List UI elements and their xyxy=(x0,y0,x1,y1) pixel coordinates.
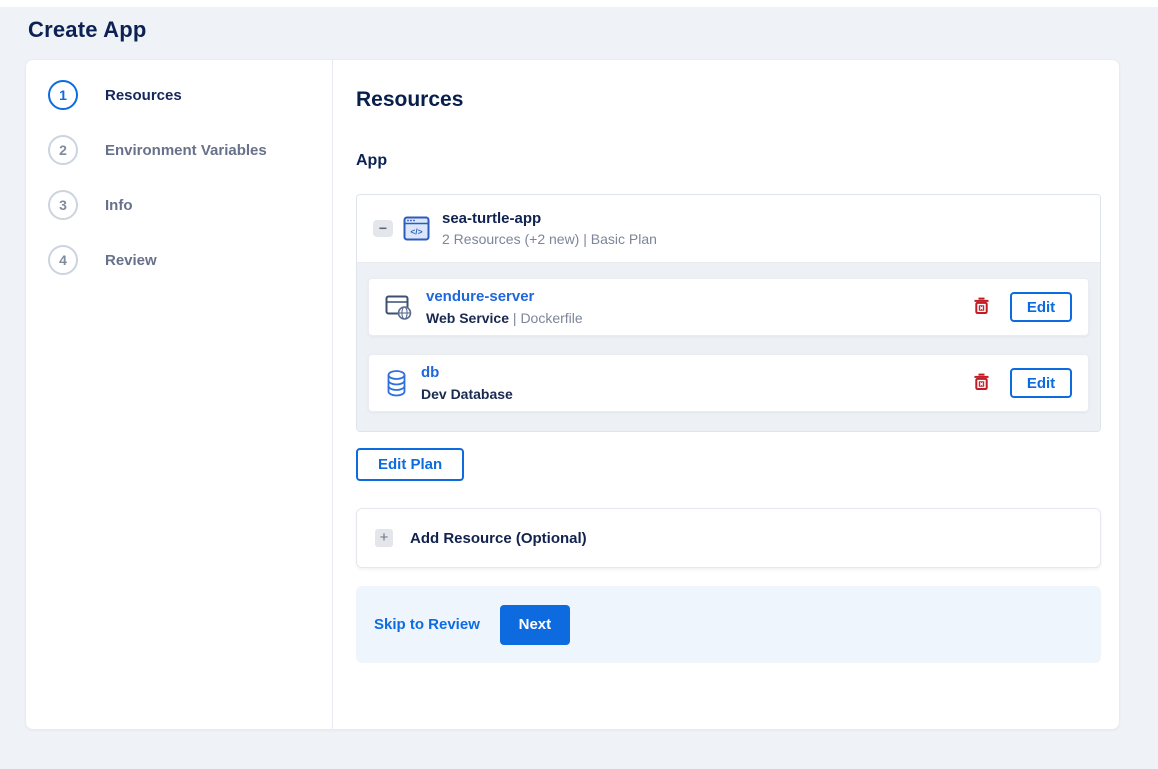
step-label: Environment Variables xyxy=(105,141,267,159)
step-number-badge: 3 xyxy=(48,190,78,220)
app-title-block: sea-turtle-app 2 Resources (+2 new) | Ba… xyxy=(442,210,657,247)
app-box: − </> sea-turtle-app 2 Resources (+2 new… xyxy=(356,194,1101,432)
content-heading: Resources xyxy=(356,88,464,111)
resource-text-block: vendure-server Web Service | Dockerfile xyxy=(426,288,583,326)
resource-row-web-service: vendure-server Web Service | Dockerfile xyxy=(368,278,1089,336)
page-title: Create App xyxy=(28,17,147,42)
step-environment-variables[interactable]: 2 Environment Variables xyxy=(48,135,332,165)
step-label: Resources xyxy=(105,86,182,104)
step-label: Review xyxy=(105,251,157,269)
page-header: Create App xyxy=(0,7,1158,59)
app-window-code-icon: </> xyxy=(403,216,430,241)
wizard-stepper: 1 Resources 2 Environment Variables 3 In… xyxy=(26,60,333,729)
skip-to-review-link[interactable]: Skip to Review xyxy=(374,616,480,633)
step-number-badge: 2 xyxy=(48,135,78,165)
add-resource-label: Add Resource (Optional) xyxy=(410,529,587,547)
resource-name-link[interactable]: vendure-server xyxy=(426,288,534,305)
web-service-icon xyxy=(385,293,413,321)
resource-subtitle: Web Service | Dockerfile xyxy=(426,310,583,326)
step-info[interactable]: 3 Info xyxy=(48,190,332,220)
edit-resource-button[interactable]: Edit xyxy=(1010,368,1072,398)
resource-name-link[interactable]: db xyxy=(421,364,439,381)
resource-type: Dev Database xyxy=(421,386,513,402)
resource-row-database: db Dev Database Edit xyxy=(368,354,1089,412)
step-review[interactable]: 4 Review xyxy=(48,245,332,275)
step-number-badge: 1 xyxy=(48,80,78,110)
app-header: − </> sea-turtle-app 2 Resources (+2 new… xyxy=(357,195,1100,262)
step-label: Info xyxy=(105,196,133,214)
svg-text:</>: </> xyxy=(410,227,422,237)
step-resources[interactable]: 1 Resources xyxy=(48,80,332,110)
step-number-badge: 4 xyxy=(48,245,78,275)
top-strip xyxy=(0,0,1158,7)
resource-text-block: db Dev Database xyxy=(421,364,513,402)
add-resource-section[interactable]: + Add Resource (Optional) xyxy=(356,508,1101,568)
app-name: sea-turtle-app xyxy=(442,210,542,227)
wizard-footer: Skip to Review Next xyxy=(356,586,1101,663)
app-resources-panel: vendure-server Web Service | Dockerfile xyxy=(357,262,1100,431)
step-content: Resources App − </> sea-turtle-app 2 Res… xyxy=(333,60,1119,729)
create-app-card: 1 Resources 2 Environment Variables 3 In… xyxy=(25,59,1120,730)
resource-detail: Dockerfile xyxy=(520,310,583,326)
delete-resource-button[interactable] xyxy=(971,294,992,320)
minus-icon: − xyxy=(378,220,388,236)
collapse-app-button[interactable]: − xyxy=(373,220,393,237)
resource-type: Web Service xyxy=(426,310,510,326)
delete-resource-button[interactable] xyxy=(971,370,992,396)
next-button[interactable]: Next xyxy=(499,604,570,645)
database-icon xyxy=(385,369,408,398)
resource-separator: | xyxy=(512,310,517,326)
plus-icon: + xyxy=(375,529,393,547)
resource-subtitle: Dev Database xyxy=(421,386,513,402)
trash-icon xyxy=(973,296,990,318)
edit-resource-button[interactable]: Edit xyxy=(1010,292,1072,322)
app-section-label: App xyxy=(356,152,388,169)
trash-icon xyxy=(973,372,990,394)
edit-plan-button[interactable]: Edit Plan xyxy=(356,448,465,481)
app-summary: 2 Resources (+2 new) | Basic Plan xyxy=(442,231,657,247)
